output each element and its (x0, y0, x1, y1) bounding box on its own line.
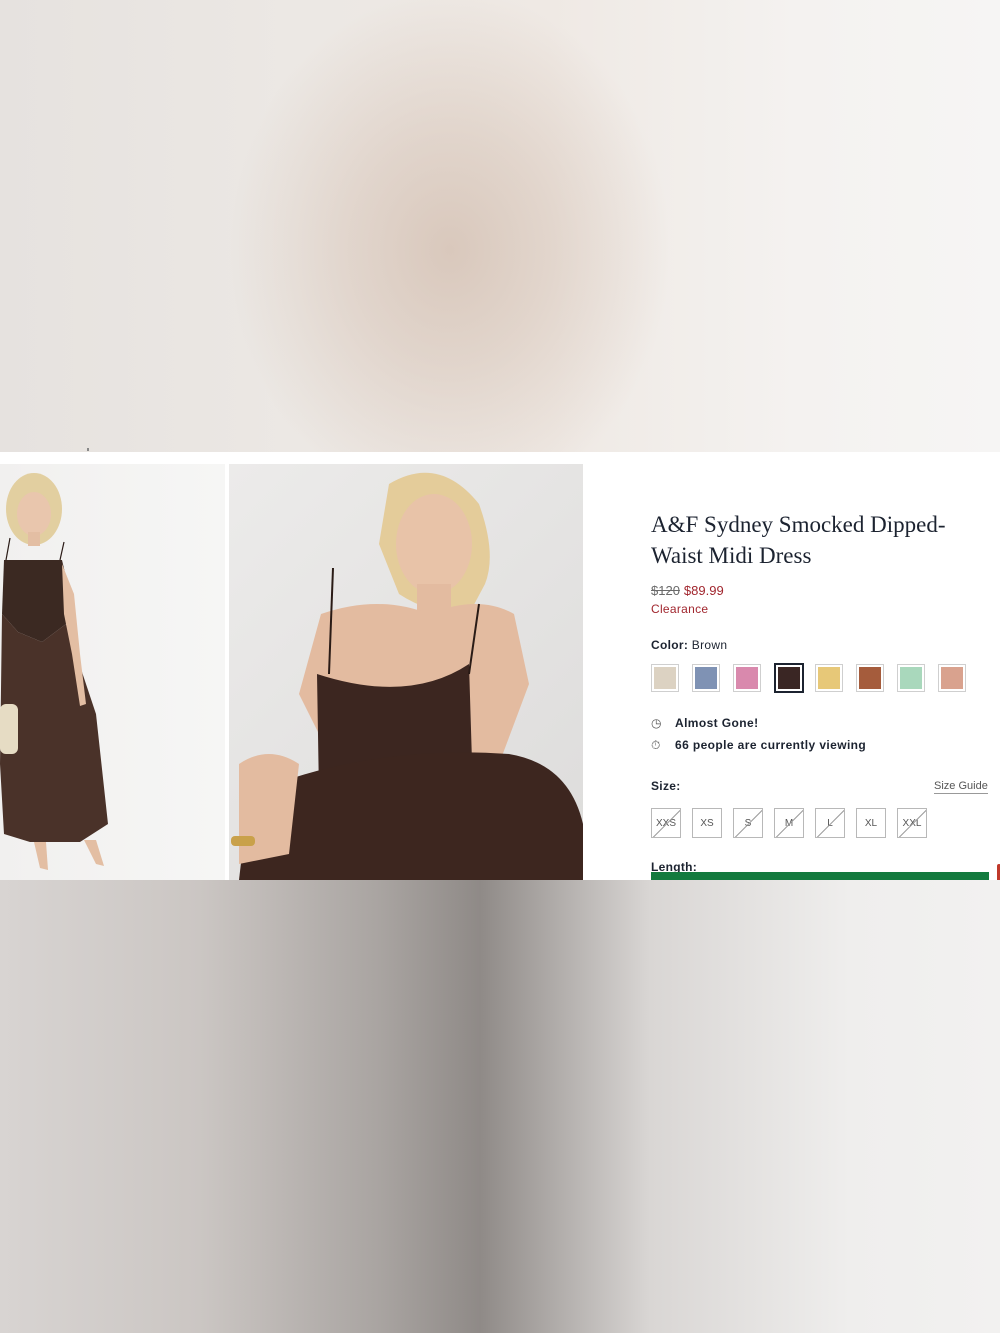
swatch-brown[interactable] (774, 663, 804, 693)
size-option-xxs[interactable]: XXS (651, 808, 681, 838)
sale-price: $89.99 (683, 583, 724, 598)
divider-mark (87, 448, 89, 451)
size-option-l[interactable]: L (815, 808, 845, 838)
stopwatch-icon: ⏱ (651, 738, 661, 752)
clearance-badge: Clearance (651, 602, 709, 616)
page-strip (0, 452, 1000, 464)
product-image-seated[interactable] (229, 464, 583, 880)
size-label: Size: (651, 779, 681, 793)
blurred-backdrop-top (0, 0, 1000, 452)
size-option-m[interactable]: M (774, 808, 804, 838)
product-title: A&F Sydney Smocked Dipped-Waist Midi Dre… (651, 512, 946, 568)
size-option-xs[interactable]: XS (692, 808, 722, 838)
viewing-text: 66 people are currently viewing (675, 738, 867, 752)
swatch-rust[interactable] (856, 664, 884, 692)
size-guide-link[interactable]: Size Guide (934, 780, 988, 794)
swatch-pink-print[interactable] (733, 664, 761, 692)
price-row: $120 $89.99 (651, 583, 724, 598)
swatch-floral-cream[interactable] (651, 664, 679, 692)
swatch-mint[interactable] (897, 664, 925, 692)
size-option-s[interactable]: S (733, 808, 763, 838)
selected-color-name: Brown (691, 638, 728, 652)
add-to-bag-button[interactable] (651, 872, 989, 880)
swatch-blue-orange-floral[interactable] (938, 664, 966, 692)
color-label: Color: (651, 638, 689, 652)
product-section: A&F Sydney Smocked Dipped-Waist Midi Dre… (0, 464, 1000, 880)
product-details-panel: A&F Sydney Smocked Dipped-Waist Midi Dre… (583, 464, 1000, 880)
almost-gone-text: Almost Gone! (675, 716, 759, 730)
viewers-status: ⏱ 66 people are currently viewing (651, 738, 866, 753)
original-price: $120 (651, 583, 680, 598)
product-image-full-length[interactable] (0, 464, 225, 880)
size-option-xxl[interactable]: XXL (897, 808, 927, 838)
swatch-yellow[interactable] (815, 664, 843, 692)
swatch-blue-print[interactable] (692, 664, 720, 692)
stock-status: ◷ Almost Gone! (651, 716, 758, 730)
blurred-backdrop-bottom (0, 880, 1000, 1333)
color-selection-label: Color: Brown (651, 638, 727, 652)
size-option-xl[interactable]: XL (856, 808, 886, 838)
clock-icon: ◷ (651, 716, 662, 730)
